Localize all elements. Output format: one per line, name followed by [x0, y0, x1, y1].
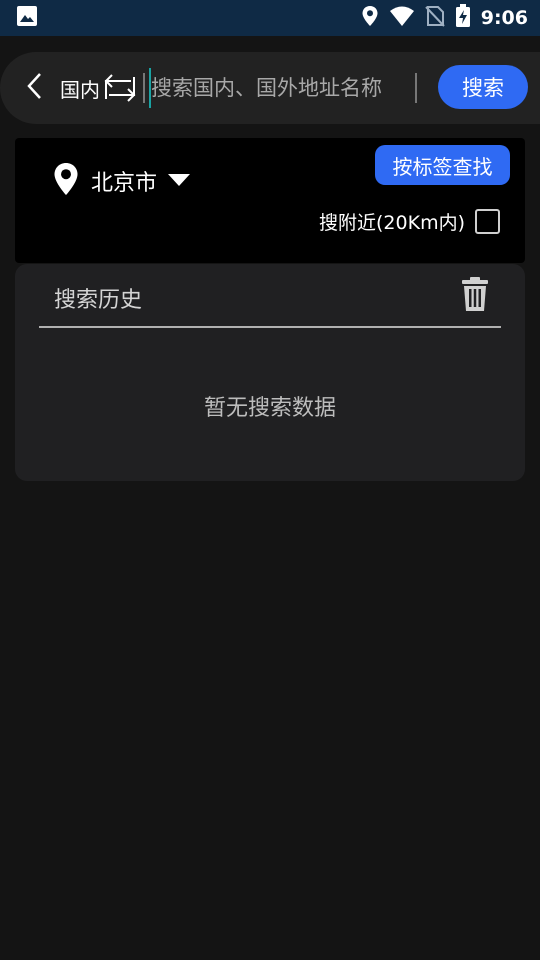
city-selector[interactable]: 北京市 — [53, 162, 191, 200]
status-time: 9:06 — [480, 7, 528, 29]
search-bar: 国内 搜索 — [0, 52, 540, 124]
region-toggle[interactable]: 国内 — [60, 73, 137, 103]
filter-panel: 北京市 按标签查找 搜附近(20Km内) — [15, 138, 525, 263]
empty-state-text: 暂无搜索数据 — [203, 396, 336, 421]
clear-history-button[interactable] — [458, 276, 492, 316]
back-button[interactable] — [14, 68, 54, 108]
trash-icon — [461, 276, 489, 316]
nearby-option[interactable]: 搜附近(20Km内) — [319, 208, 500, 235]
nearby-checkbox[interactable] — [475, 209, 500, 234]
region-label: 国内 — [60, 77, 100, 102]
search-history-panel: 搜索历史 暂无搜索数据 — [15, 264, 525, 481]
search-input[interactable] — [149, 68, 411, 108]
history-title: 搜索历史 — [54, 288, 143, 313]
tag-search-button[interactable]: 按标签查找 — [375, 145, 510, 185]
search-divider — [143, 73, 145, 103]
swap-icon — [103, 73, 137, 103]
status-icons: 9:06 — [361, 4, 528, 32]
location-icon — [361, 5, 379, 31]
nearby-label: 搜附近(20Km内) — [319, 212, 465, 234]
location-pin-icon — [53, 162, 79, 200]
caret-down-icon — [167, 172, 191, 191]
history-divider — [39, 326, 501, 328]
wifi-icon — [389, 5, 415, 31]
battery-charging-icon — [455, 4, 471, 32]
image-icon — [16, 5, 38, 31]
search-button[interactable]: 搜索 — [438, 65, 528, 109]
city-label: 北京市 — [91, 171, 158, 196]
search-divider-right — [415, 73, 417, 103]
no-sim-icon — [425, 5, 445, 31]
status-bar: 9:06 — [0, 0, 540, 36]
back-arrow-icon — [26, 72, 42, 104]
